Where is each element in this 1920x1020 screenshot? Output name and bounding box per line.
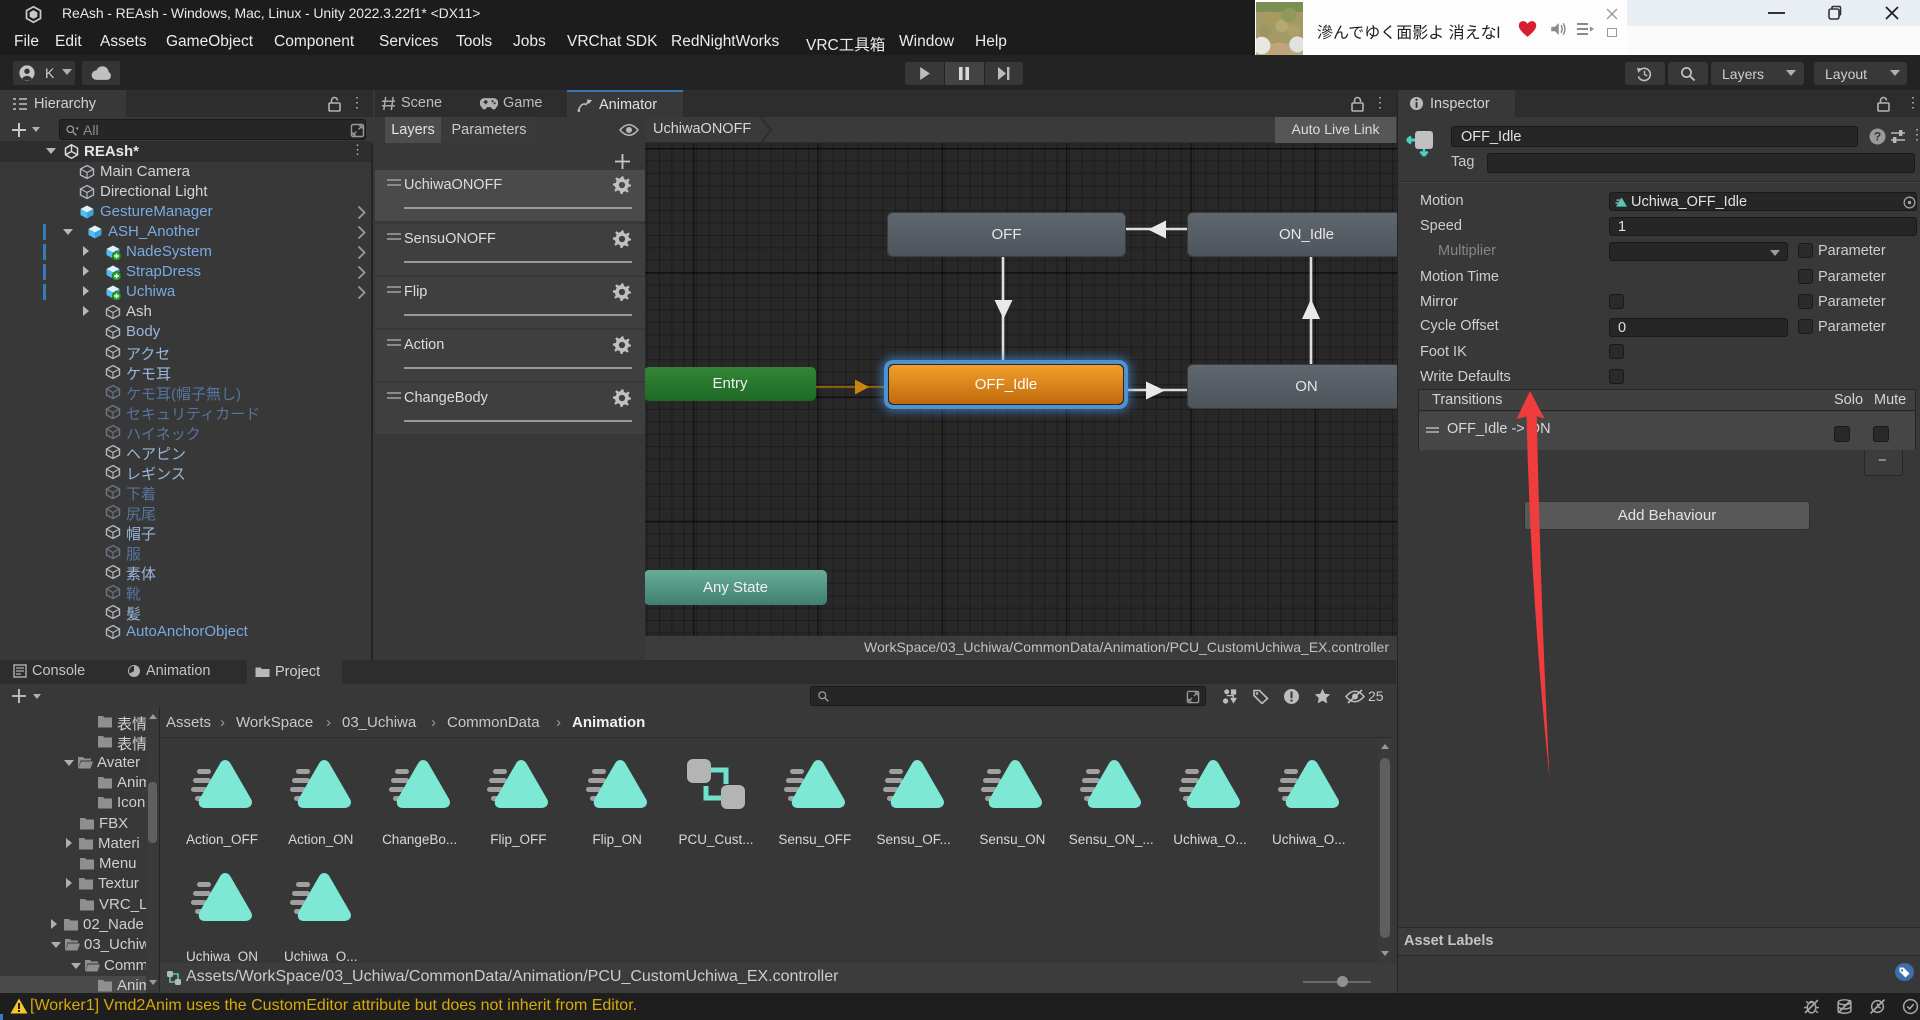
svg-text:?: ? [1874, 130, 1881, 144]
